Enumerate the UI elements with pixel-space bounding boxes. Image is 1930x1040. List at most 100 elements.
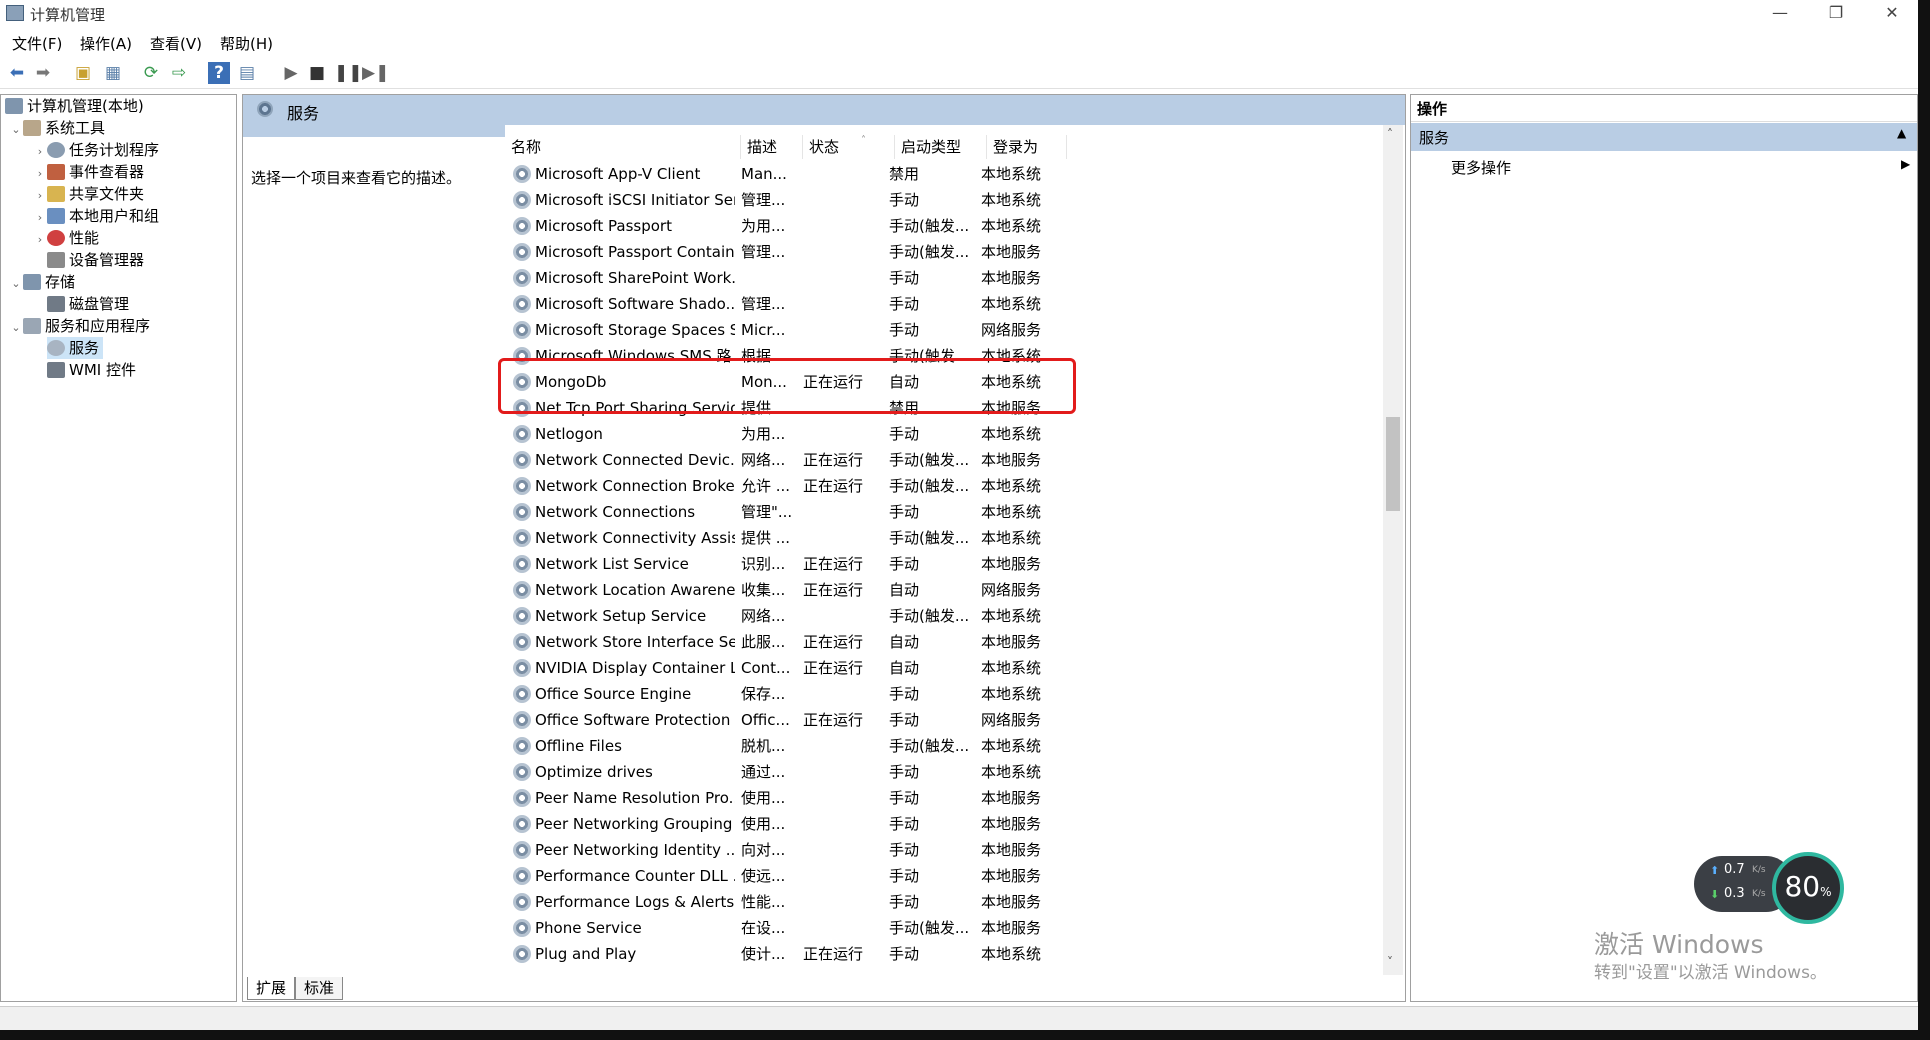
gear-icon — [513, 295, 531, 313]
properties-icon[interactable]: ▤ — [236, 62, 258, 84]
scrollbar-thumb[interactable] — [1386, 417, 1400, 511]
service-name: Performance Logs & Alerts — [535, 893, 735, 911]
table-row[interactable]: Performance Counter DLL ... 使远... 手动 本地服务 — [505, 863, 1385, 889]
table-row[interactable]: Network Connected Devic... 网络... 正在运行 手动(触发… — [505, 447, 1385, 473]
help-icon[interactable]: ? — [208, 62, 230, 84]
console-tree: 计算机管理(本地) ⌄ 系统工具 › 任务计划程序 › 事件查看器 › 共享文件夹 › 本… — [0, 94, 237, 1002]
event-viewer-icon — [47, 164, 65, 180]
download-arrow-icon: ⬇ — [1710, 888, 1720, 901]
collapse-icon[interactable]: ▲ — [1897, 126, 1906, 140]
table-row[interactable]: Office Source Engine 保存... 手动 本地系统 — [505, 681, 1385, 707]
table-row[interactable]: Optimize drives 通过... 手动 本地系统 — [505, 759, 1385, 785]
start-service-icon[interactable]: ▶ — [280, 62, 302, 84]
table-row[interactable]: Network Store Interface Se... 此服... 正在运行 自动… — [505, 629, 1385, 655]
pause-service-icon[interactable]: ❚❚ — [334, 62, 363, 84]
menu-action[interactable]: 操作(A) — [80, 33, 132, 54]
table-row[interactable]: Network Connections 管理"... 手动 本地系统 — [505, 499, 1385, 525]
network-speed-widget[interactable]: ⬆ 0.7 K/s ⬇ 0.3 K/s 80% — [1694, 852, 1844, 924]
chevron-right-icon[interactable]: › — [33, 141, 47, 163]
export-list-icon[interactable]: ⇨ — [168, 62, 190, 84]
table-row[interactable]: Netlogon 为用... 手动 本地系统 — [505, 421, 1385, 447]
table-row[interactable]: Microsoft Software Shado... 管理... 手动 本地系统 — [505, 291, 1385, 317]
back-icon[interactable]: ⬅ — [6, 62, 28, 84]
submenu-arrow-icon: ▶ — [1901, 157, 1911, 171]
forward-icon[interactable]: ➡ — [32, 62, 54, 84]
tree-performance[interactable]: › 性能 — [1, 227, 236, 249]
table-row[interactable]: Microsoft App-V Client Man... 禁用 本地系统 — [505, 161, 1385, 187]
stop-service-icon[interactable]: ■ — [306, 62, 328, 84]
table-row[interactable]: Peer Networking Grouping 使用... 手动 本地服务 — [505, 811, 1385, 837]
tree-label: 本地用户和组 — [69, 207, 160, 225]
chevron-right-icon[interactable]: › — [33, 207, 47, 229]
column-header-startup-type[interactable]: 启动类型 — [895, 135, 987, 159]
upload-unit: K/s — [1752, 865, 1766, 875]
maximize-button[interactable]: ❐ — [1808, 0, 1864, 28]
tree-device-manager[interactable]: 设备管理器 — [1, 249, 236, 271]
close-button[interactable]: ✕ — [1864, 0, 1920, 28]
table-row[interactable]: Offline Files 脱机... 手动(触发... 本地系统 — [505, 733, 1385, 759]
menu-help[interactable]: 帮助(H) — [220, 33, 273, 54]
tree-shared-folders[interactable]: › 共享文件夹 — [1, 183, 236, 205]
table-row[interactable]: Office Software Protection ... Offic... 正在… — [505, 707, 1385, 733]
table-row[interactable]: Peer Networking Identity ... 向对... 手动 本地服务 — [505, 837, 1385, 863]
more-actions-item[interactable]: 更多操作 ▶ — [1411, 155, 1917, 181]
tree-local-users[interactable]: › 本地用户和组 — [1, 205, 236, 227]
chevron-down-icon[interactable]: ⌄ — [9, 119, 23, 141]
tree-services-apps[interactable]: ⌄ 服务和应用程序 — [1, 315, 236, 337]
tab-standard[interactable]: 标准 — [295, 977, 344, 1000]
cpu-percent: 80 — [1784, 870, 1821, 903]
show-hide-tree-icon[interactable]: ▦ — [102, 62, 124, 84]
tree-root[interactable]: 计算机管理(本地) — [1, 95, 236, 117]
column-header-status[interactable]: 状态 — [803, 135, 895, 159]
tab-extended[interactable]: 扩展 — [247, 977, 296, 1000]
tree-services[interactable]: 服务 — [1, 337, 236, 359]
service-name: Network Connections — [535, 503, 696, 521]
column-header-name[interactable]: 名称 — [505, 135, 741, 159]
table-row[interactable]: Phone Service 在设... 手动(触发... 本地服务 — [505, 915, 1385, 941]
table-row[interactable]: Peer Name Resolution Pro... 使用... 手动 本地服务 — [505, 785, 1385, 811]
services-title: 服务 — [287, 104, 320, 123]
upload-arrow-icon: ⬆ — [1710, 864, 1720, 877]
menu-file[interactable]: 文件(F) — [12, 33, 62, 54]
table-row[interactable]: Network Connectivity Assis... 提供 ... 手动(触发… — [505, 525, 1385, 551]
table-row[interactable]: Microsoft Storage Spaces S... Micr... 手动 网络… — [505, 317, 1385, 343]
tree-event-viewer[interactable]: › 事件查看器 — [1, 161, 236, 183]
scroll-down-icon[interactable]: ˅ — [1387, 955, 1393, 969]
chevron-down-icon[interactable]: ⌄ — [9, 273, 23, 295]
table-row[interactable]: Microsoft Passport 为用... 手动(触发... 本地系统 — [505, 213, 1385, 239]
service-logon-as: 本地服务 — [981, 451, 1042, 469]
restart-service-icon[interactable]: ▶❚ — [362, 62, 389, 84]
up-folder-icon[interactable]: ▣ — [72, 62, 94, 84]
chevron-down-icon[interactable]: ⌄ — [9, 317, 23, 339]
table-row[interactable]: Network List Service 识别... 正在运行 手动 本地服务 — [505, 551, 1385, 577]
tree-wmi[interactable]: WMI 控件 — [1, 359, 236, 381]
gear-icon — [513, 607, 531, 625]
table-row[interactable]: Microsoft Passport Container 管理... 手动(触发..… — [505, 239, 1385, 265]
column-header-description[interactable]: 描述 — [741, 135, 803, 159]
tree-system-tools[interactable]: ⌄ 系统工具 — [1, 117, 236, 139]
chevron-right-icon[interactable]: › — [33, 185, 47, 207]
tree-storage[interactable]: ⌄ 存储 — [1, 271, 236, 293]
gear-icon — [513, 945, 531, 963]
table-row[interactable]: NVIDIA Display Container LS Cont... 正在运行 自动… — [505, 655, 1385, 681]
chevron-right-icon[interactable]: › — [33, 229, 47, 251]
table-row[interactable]: Microsoft SharePoint Work... 手动 本地服务 — [505, 265, 1385, 291]
table-row[interactable]: Microsoft iSCSI Initiator Ser... 管理... 手动 本… — [505, 187, 1385, 213]
tree-task-scheduler[interactable]: › 任务计划程序 — [1, 139, 236, 161]
tree-disk-management[interactable]: 磁盘管理 — [1, 293, 236, 315]
refresh-icon[interactable]: ⟳ — [140, 62, 162, 84]
actions-section-services[interactable]: 服务 ▲ — [1411, 123, 1917, 151]
minimize-button[interactable]: — — [1752, 0, 1808, 28]
table-row[interactable]: Performance Logs & Alerts 性能... 手动 本地服务 — [505, 889, 1385, 915]
table-row[interactable]: Plug and Play 使计... 正在运行 手动 本地系统 — [505, 941, 1385, 967]
table-row[interactable]: Network Connection Broker 允许 ... 正在运行 手动(触发… — [505, 473, 1385, 499]
menu-view[interactable]: 查看(V) — [150, 33, 202, 54]
scroll-up-icon[interactable]: ˄ — [1387, 127, 1393, 141]
column-header-logon-as[interactable]: 登录为 — [987, 135, 1067, 159]
activation-watermark-title: 激活 Windows — [1594, 930, 1764, 959]
table-row[interactable]: Network Location Awarene... 收集... 正在运行 自动 网络… — [505, 577, 1385, 603]
table-row[interactable]: Network Setup Service 网络... 手动(触发... 本地系统 — [505, 603, 1385, 629]
upload-speed: 0.7 — [1724, 862, 1745, 877]
vertical-scrollbar[interactable]: ˄ ˅ — [1383, 125, 1403, 975]
chevron-right-icon[interactable]: › — [33, 163, 47, 185]
